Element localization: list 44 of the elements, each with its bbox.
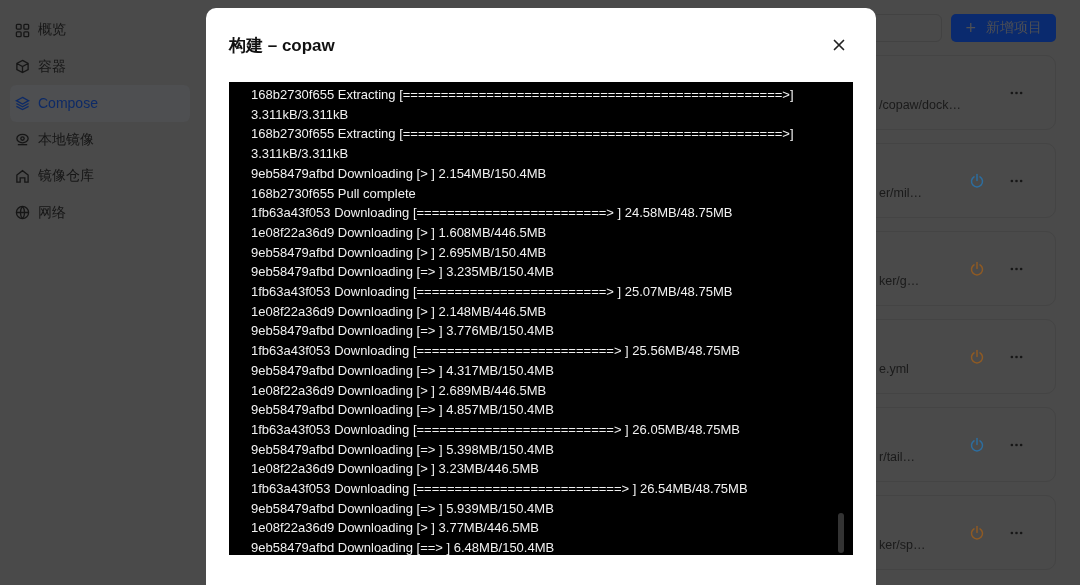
log-line: 1e08f22a36d9 Downloading [> ] 1.608MB/446.5MB [251,223,548,242]
log-line: 9eb58479afbd Downloading [=> ] 3.776MB/150.4MB [251,322,555,341]
log-line: 9eb58479afbd Downloading [=> ] 3.235MB/150.4MB [251,263,555,282]
log-line: 168b2730f655 Pull complete [251,184,417,203]
more-icon[interactable] [1009,530,1023,535]
more-icon[interactable] [1009,442,1023,447]
cube-icon [15,59,30,75]
power-icon[interactable] [969,436,985,453]
power-icon[interactable] [969,172,985,189]
log-line: 9eb58479afbd Downloading [> ] 2.154MB/150.4MB [251,164,548,183]
log-line: 1e08f22a36d9 Downloading [> ] 2.689MB/446.5MB [251,381,548,400]
log-line: 9eb58479afbd Downloading [> ] 2.695MB/150.4MB [251,243,548,262]
log-line: 168b2730f655 Extracting [==================================================>] 3.311kB/3.311kB [251,125,795,164]
log-line: 1fb63a43f053 Downloading [===========================> ] 26.54MB/48.75MB [251,480,749,499]
log-line: 168b2730f655 Extracting [==================================================>] 3.311kB/3.311kB [251,86,795,124]
log-line: 9eb58479afbd Downloading [=> ] 4.857MB/150.4MB [251,401,555,420]
more-icon[interactable] [1009,354,1023,359]
close-icon[interactable] [833,39,845,51]
log-line: 1e08f22a36d9 Downloading [> ] 3.77MB/446.5MB [251,519,540,538]
more-icon[interactable] [1009,178,1023,183]
log-line: 9eb58479afbd Downloading [=> ] 5.939MB/150.4MB [251,499,555,518]
globe-icon [15,205,30,221]
power-icon[interactable] [969,348,985,365]
home-icon [15,168,30,184]
log-line: 9eb58479afbd Downloading [=> ] 5.398MB/150.4MB [251,440,555,459]
new-project-button[interactable]: + 新增项目 [951,14,1056,42]
log-line: 9eb58479afbd Downloading [==> ] 6.48MB/150.4MB [251,539,556,555]
log-line: 9eb58479afbd Downloading [=> ] 4.317MB/150.4MB [251,361,555,380]
grid-icon [15,22,30,38]
layers-icon [15,95,30,111]
log-line: 1e08f22a36d9 Downloading [> ] 3.23MB/446.5MB [251,460,540,479]
dialog-title: 构建 – copaw [229,34,335,57]
more-icon[interactable] [1009,90,1023,95]
log-line: 1fb63a43f053 Downloading [=========================> ] 25.07MB/48.75MB [251,283,734,302]
log-line: 1e08f22a36d9 Downloading [> ] 2.148MB/446.5MB [251,302,548,321]
scrollbar-thumb[interactable] [838,513,844,553]
power-icon[interactable] [969,524,985,541]
log-line: 1fb63a43f053 Downloading [==========================> ] 26.05MB/48.75MB [251,420,741,439]
power-icon[interactable] [969,260,985,277]
disc-icon [15,132,30,148]
sidebar-item[interactable]: Compose [10,85,190,122]
log-line: 1fb63a43f053 Downloading [==========================> ] 25.56MB/48.75MB [251,342,741,361]
log-line: 1fb63a43f053 Downloading [=========================> ] 24.58MB/48.75MB [251,204,734,223]
more-icon[interactable] [1009,266,1023,271]
